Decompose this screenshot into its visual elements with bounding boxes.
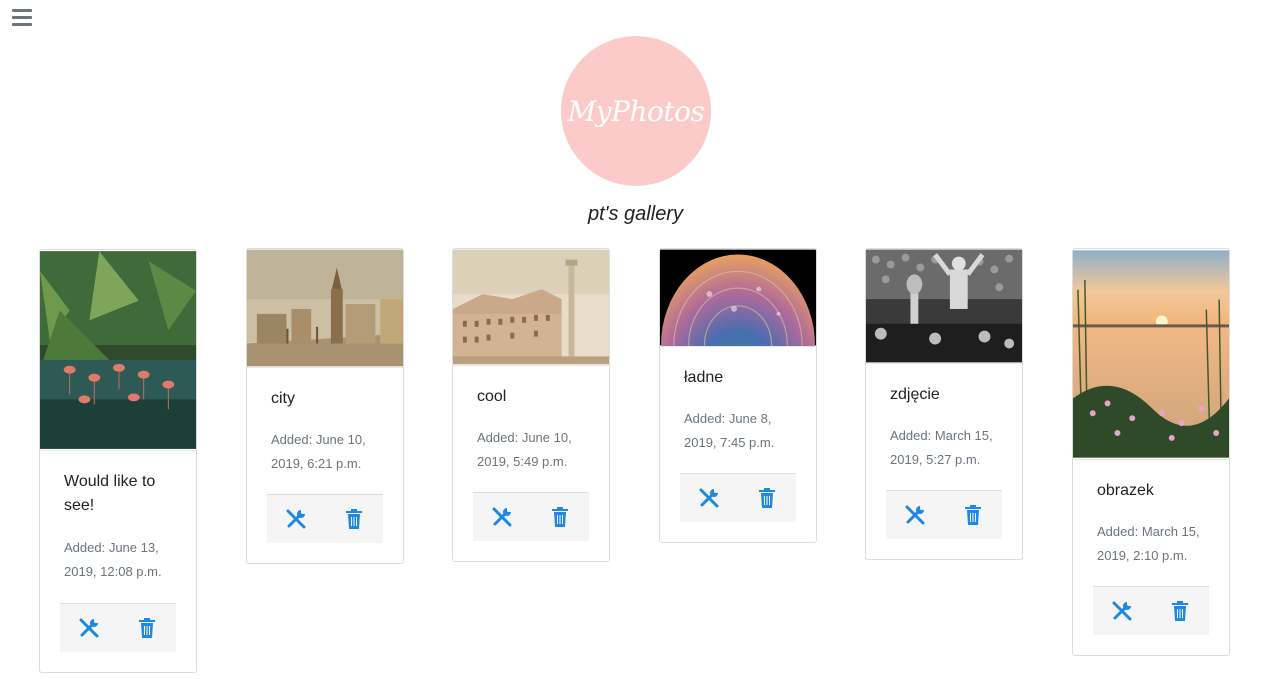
delete-button[interactable] [961, 503, 985, 527]
delete-button[interactable] [135, 616, 159, 640]
edit-button[interactable] [284, 507, 308, 531]
page-title: pt's gallery [588, 203, 683, 225]
tools-icon [286, 509, 306, 529]
photo-card: ładne Added: June 8, 2019, 7:45 p.m. [659, 248, 817, 543]
photo-card: cool Added: June 10, 2019, 5:49 p.m. [452, 248, 610, 562]
delete-button[interactable] [342, 507, 366, 531]
photo-title: Would like to see! [64, 473, 156, 514]
card-actions [473, 492, 589, 541]
edit-button[interactable] [697, 486, 721, 510]
photo-card: city Added: June 10, 2019, 6:21 p.m. [246, 248, 404, 564]
hamburger-icon [12, 9, 32, 12]
photo-title: zdjęcie [890, 386, 940, 403]
trash-icon [552, 507, 568, 527]
photo-card: Would like to see! Added: June 13, 2019,… [39, 249, 197, 673]
photo-title: cool [477, 388, 507, 405]
trash-icon [965, 505, 981, 525]
delete-button[interactable] [548, 505, 572, 529]
photo-date: Added: March 15, 2019, 5:27 p.m. [890, 428, 993, 467]
photo-thumbnail[interactable] [40, 250, 196, 451]
photo-thumbnail[interactable] [247, 249, 403, 368]
card-actions [60, 603, 176, 652]
photo-thumbnail[interactable] [453, 249, 609, 366]
edit-button[interactable] [77, 616, 101, 640]
photo-card: zdjęcie Added: March 15, 2019, 5:27 p.m. [865, 248, 1023, 560]
photo-thumbnail[interactable] [1073, 249, 1229, 460]
edit-button[interactable] [903, 503, 927, 527]
hamburger-icon-bar [12, 23, 32, 26]
trash-icon [139, 618, 155, 638]
delete-button[interactable] [1168, 599, 1192, 623]
tools-icon [492, 507, 512, 527]
edit-button[interactable] [1110, 599, 1134, 623]
photo-title: ładne [684, 369, 724, 386]
photo-date: Added: June 10, 2019, 5:49 p.m. [477, 430, 572, 469]
edit-button[interactable] [490, 505, 514, 529]
photo-date: Added: March 15, 2019, 2:10 p.m. [1097, 524, 1200, 563]
hamburger-icon-bar [12, 16, 32, 19]
photo-thumbnail[interactable] [660, 249, 816, 347]
trash-icon [759, 488, 775, 508]
card-actions [886, 490, 1002, 539]
photo-thumbnail[interactable] [866, 249, 1022, 364]
tools-icon [79, 618, 99, 638]
card-actions [1093, 586, 1209, 635]
tools-icon [1112, 601, 1132, 621]
trash-icon [1172, 601, 1188, 621]
delete-button[interactable] [755, 486, 779, 510]
photo-title: city [271, 390, 295, 407]
photo-date: Added: June 8, 2019, 7:45 p.m. [684, 411, 775, 450]
photo-date: Added: June 13, 2019, 12:08 p.m. [64, 540, 162, 579]
card-actions [267, 494, 383, 543]
photo-title: obrazek [1097, 482, 1154, 499]
card-actions [680, 473, 796, 522]
photo-card: obrazek Added: March 15, 2019, 2:10 p.m. [1072, 248, 1230, 656]
tools-icon [905, 505, 925, 525]
logo: MyPhotos [561, 36, 711, 186]
menu-toggle-button[interactable] [12, 9, 32, 26]
photo-date: Added: June 10, 2019, 6:21 p.m. [271, 432, 366, 471]
tools-icon [699, 488, 719, 508]
trash-icon [346, 509, 362, 529]
